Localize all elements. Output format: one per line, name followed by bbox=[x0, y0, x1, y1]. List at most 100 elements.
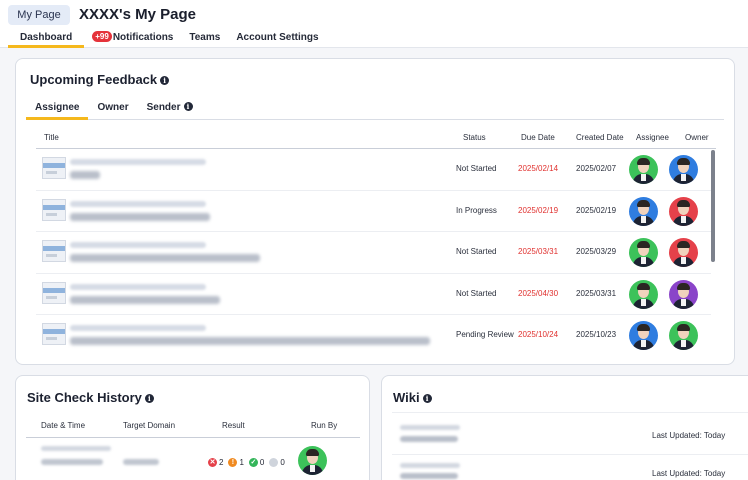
info-icon[interactable]: i bbox=[160, 76, 170, 85]
table-scrollbar[interactable] bbox=[711, 150, 715, 262]
redacted-title bbox=[70, 296, 220, 304]
notification-count-badge: +99 bbox=[92, 31, 112, 42]
info-icon[interactable]: i bbox=[422, 394, 432, 403]
wiki-last-updated: Last Updated: Today bbox=[652, 469, 726, 478]
redacted-breadcrumb bbox=[70, 325, 206, 331]
check-icon: ✓ bbox=[248, 458, 258, 467]
redacted-text bbox=[400, 473, 458, 479]
status-cell: Not Started bbox=[456, 289, 497, 298]
card-title: Wiki i bbox=[393, 390, 432, 405]
owner-avatar[interactable] bbox=[669, 197, 698, 226]
column-header-date-time[interactable]: Date & Time bbox=[41, 421, 85, 430]
tab-assignee[interactable]: Assignee bbox=[26, 99, 89, 120]
info-icon[interactable]: i bbox=[144, 394, 154, 403]
table-row[interactable]: Pending Review 2025/10/24 2025/10/23 bbox=[16, 315, 716, 356]
assignee-avatar[interactable] bbox=[629, 155, 658, 184]
nav-tab-teams[interactable]: Teams bbox=[181, 30, 228, 48]
redacted-breadcrumb bbox=[70, 159, 206, 165]
run-by-avatar[interactable] bbox=[298, 446, 327, 475]
card-title-text: Upcoming Feedback bbox=[30, 72, 158, 87]
owner-avatar[interactable] bbox=[669, 321, 698, 350]
main-nav: Dashboard +99 Notifications Teams Account… bbox=[8, 30, 327, 48]
status-cell: Pending Review bbox=[456, 330, 514, 339]
due-date-cell: 2025/10/24 bbox=[518, 330, 559, 339]
card-title-text: Site Check History bbox=[27, 390, 142, 405]
page-title: XXXX's My Page bbox=[79, 6, 196, 23]
page-thumbnail bbox=[42, 282, 66, 304]
status-cell: In Progress bbox=[456, 206, 497, 215]
redacted-breadcrumb bbox=[70, 201, 206, 207]
owner-avatar[interactable] bbox=[669, 280, 698, 309]
warning-count: 1 bbox=[239, 458, 244, 467]
column-header-created-date[interactable]: Created Date bbox=[576, 133, 624, 142]
assignee-avatar[interactable] bbox=[629, 238, 658, 267]
feedback-tabs: Assignee Owner Sender i bbox=[26, 99, 724, 120]
column-header-target-domain[interactable]: Target Domain bbox=[123, 421, 175, 430]
upcoming-feedback-card: Upcoming Feedback i Assignee Owner Sender… bbox=[15, 58, 735, 365]
table-row[interactable]: Not Started 2025/02/14 2025/02/07 bbox=[16, 149, 716, 190]
table-row[interactable]: Not Started 2025/03/31 2025/03/29 bbox=[16, 232, 716, 273]
card-title: Upcoming Feedback i bbox=[30, 72, 170, 87]
assignee-avatar[interactable] bbox=[629, 280, 658, 309]
page-thumbnail bbox=[42, 323, 66, 345]
redacted-text bbox=[123, 459, 159, 465]
nav-tab-label: Teams bbox=[189, 32, 221, 43]
created-date-cell: 2025/03/31 bbox=[576, 289, 617, 298]
tab-sender[interactable]: Sender i bbox=[138, 99, 202, 120]
redacted-title bbox=[70, 254, 260, 262]
column-header-status[interactable]: Status bbox=[463, 133, 486, 142]
redacted-text bbox=[41, 459, 103, 465]
due-date-cell: 2025/02/14 bbox=[518, 164, 559, 173]
redacted-breadcrumb bbox=[70, 284, 206, 290]
due-date-cell: 2025/03/31 bbox=[518, 247, 559, 256]
redacted-title bbox=[70, 337, 430, 345]
error-count: 2 bbox=[219, 458, 224, 467]
page-thumbnail bbox=[42, 157, 66, 179]
wiki-card: Wiki i bbox=[381, 375, 748, 480]
column-header-result[interactable]: Result bbox=[222, 421, 245, 430]
nav-tab-dashboard[interactable]: Dashboard bbox=[8, 30, 85, 48]
column-header-due-date[interactable]: Due Date bbox=[521, 133, 555, 142]
assignee-avatar[interactable] bbox=[629, 197, 658, 226]
created-date-cell: 2025/02/19 bbox=[576, 206, 617, 215]
page-thumbnail bbox=[42, 240, 66, 262]
table-row[interactable]: In Progress 2025/02/19 2025/02/19 bbox=[16, 191, 716, 232]
redacted-title bbox=[70, 213, 210, 221]
table-row[interactable]: Not Started 2025/04/30 2025/03/31 bbox=[16, 274, 716, 315]
redacted-title bbox=[70, 171, 100, 179]
tab-sender-label: Sender bbox=[146, 102, 181, 113]
created-date-cell: 2025/10/23 bbox=[576, 330, 617, 339]
redacted-text bbox=[400, 425, 460, 430]
nav-tab-account-settings[interactable]: Account Settings bbox=[228, 30, 326, 48]
owner-avatar[interactable] bbox=[669, 238, 698, 267]
redacted-breadcrumb bbox=[70, 242, 206, 248]
redacted-text bbox=[400, 436, 458, 442]
nav-tab-notifications[interactable]: +99 Notifications bbox=[84, 30, 181, 48]
created-date-cell: 2025/03/29 bbox=[576, 247, 617, 256]
column-header-title[interactable]: Title bbox=[44, 133, 59, 142]
column-header-owner[interactable]: Owner bbox=[685, 133, 709, 142]
skipped-count: 0 bbox=[280, 458, 285, 467]
due-date-cell: 2025/04/30 bbox=[518, 289, 559, 298]
assignee-avatar[interactable] bbox=[629, 321, 658, 350]
top-header: My Page XXXX's My Page Dashboard +99 Noti… bbox=[0, 0, 748, 48]
column-header-assignee[interactable]: Assignee bbox=[636, 133, 669, 142]
info-icon[interactable]: i bbox=[183, 102, 193, 111]
redacted-text bbox=[400, 463, 460, 468]
divider bbox=[392, 412, 748, 413]
wiki-last-updated: Last Updated: Today bbox=[652, 431, 726, 440]
site-check-result: ✕ 2 ! 1 ✓ 0 0 bbox=[208, 458, 285, 467]
ok-count: 0 bbox=[259, 458, 265, 467]
nav-tab-label: Account Settings bbox=[236, 32, 319, 43]
table-header-divider bbox=[26, 437, 360, 438]
tab-owner[interactable]: Owner bbox=[88, 99, 137, 120]
card-title: Site Check History i bbox=[27, 390, 154, 405]
nav-tab-label: Dashboard bbox=[20, 32, 73, 43]
warning-icon: ! bbox=[228, 458, 238, 467]
nav-tab-label: Notifications bbox=[112, 32, 174, 43]
column-header-run-by[interactable]: Run By bbox=[311, 421, 337, 430]
skipped-icon bbox=[269, 458, 279, 467]
redacted-text bbox=[41, 446, 111, 451]
owner-avatar[interactable] bbox=[669, 155, 698, 184]
my-page-button[interactable]: My Page bbox=[8, 5, 70, 25]
